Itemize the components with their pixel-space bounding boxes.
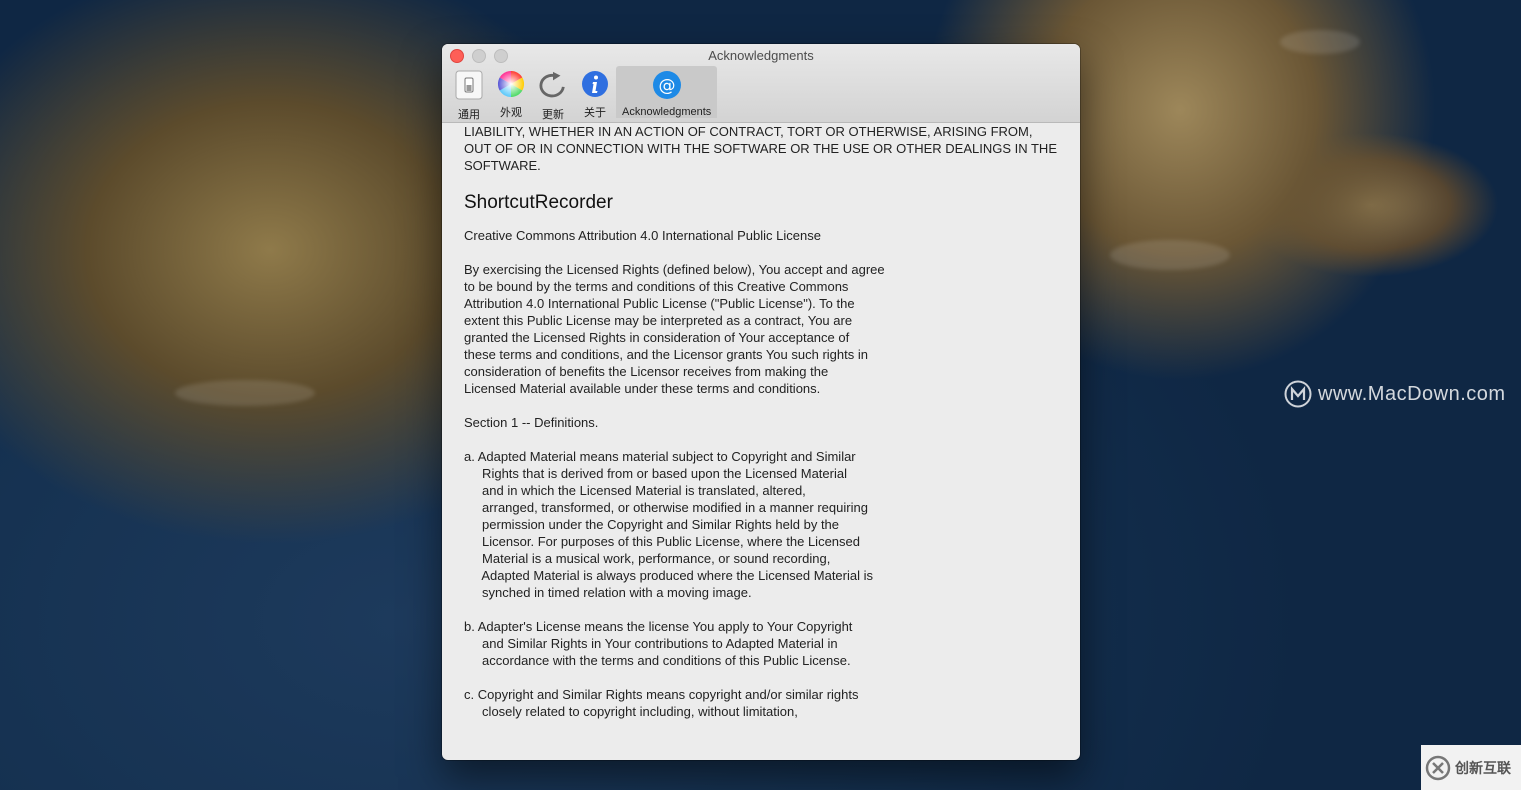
color-wheel-icon [496, 70, 526, 98]
wallpaper-surf [1280, 30, 1360, 54]
at-sign-icon: @ [652, 70, 682, 100]
acknowledgments-text-area[interactable]: LIABILITY, WHETHER IN AN ACTION OF CONTR… [442, 123, 1080, 760]
tab-acknowledgments-label: Acknowledgments [622, 106, 712, 118]
window-title: Acknowledgments [708, 48, 814, 63]
tab-appearance-label: 外观 [500, 107, 522, 119]
watermark: www.MacDown.com [1284, 380, 1506, 408]
tab-acknowledgments[interactable]: @ Acknowledgments [616, 66, 718, 118]
corner-logo: 创新互联 [1421, 745, 1521, 790]
window-titlebar[interactable]: Acknowledgments 通用 外观 更新 关于 @ Acknowledg… [442, 44, 1080, 123]
tab-about-label: 关于 [584, 107, 606, 119]
tab-general-label: 通用 [458, 109, 480, 121]
acknowledgments-window: Acknowledgments 通用 外观 更新 关于 @ Acknowledg… [442, 44, 1080, 760]
tab-update[interactable]: 更新 [532, 66, 574, 121]
corner-logo-text: 创新互联 [1455, 759, 1511, 776]
tab-about[interactable]: 关于 [574, 66, 616, 119]
macdown-logo-icon [1284, 380, 1312, 408]
license-paragraph: Section 1 -- Definitions. [464, 415, 599, 430]
license-paragraph: By exercising the Licensed Rights (defin… [464, 262, 885, 396]
watermark-text: www.MacDown.com [1318, 382, 1506, 405]
switch-icon [454, 70, 484, 100]
license-paragraph: Creative Commons Attribution 4.0 Interna… [464, 228, 821, 243]
info-icon [580, 70, 610, 98]
tab-update-label: 更新 [542, 109, 564, 121]
tab-appearance[interactable]: 外观 [490, 66, 532, 119]
preferences-toolbar: 通用 外观 更新 关于 @ Acknowledgments [448, 66, 718, 122]
brand-logo-icon [1425, 755, 1451, 780]
license-paragraph: b. Adapter's License means the license Y… [464, 619, 853, 668]
wallpaper-surf [175, 380, 315, 406]
svg-text:@: @ [658, 76, 675, 96]
tab-general[interactable]: 通用 [448, 66, 490, 121]
license-paragraph: a. Adapted Material means material subje… [464, 449, 873, 600]
refresh-icon [538, 70, 568, 100]
wallpaper-surf [1110, 240, 1230, 270]
license-paragraph: c. Copyright and Similar Rights means co… [464, 687, 859, 719]
section-heading: ShortcutRecorder [464, 192, 613, 213]
license-fragment: LIABILITY, WHETHER IN AN ACTION OF CONTR… [464, 124, 1057, 173]
